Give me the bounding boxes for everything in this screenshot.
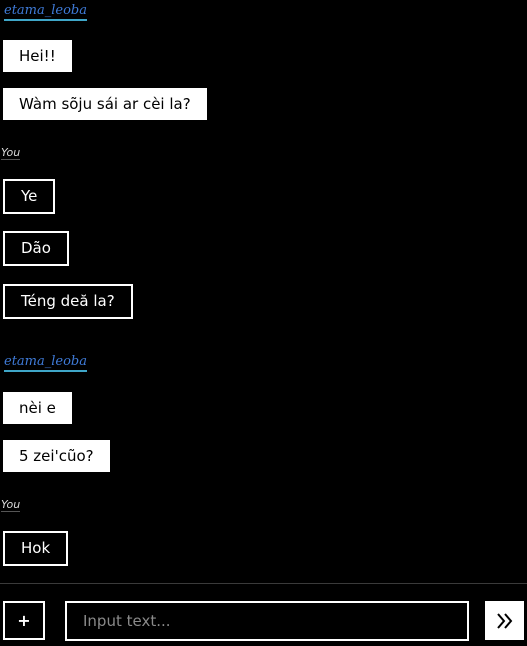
outgoing-message: Dão: [3, 231, 69, 266]
outgoing-message: Hok: [3, 531, 69, 566]
outgoing-message: Téng deă la?: [3, 284, 133, 319]
incoming-message: Hei!!: [3, 40, 72, 72]
outgoing-message: Ye: [3, 179, 56, 214]
message-input[interactable]: [65, 601, 469, 641]
add-attachment-button[interactable]: +: [3, 601, 45, 640]
message-composer: +: [0, 584, 527, 646]
sender-name: etama_leoba: [4, 3, 87, 21]
sender-name: etama_leoba: [4, 354, 87, 372]
chat-log: etama_leoba Hei!! Wàm sõju sái ar cèi la…: [0, 0, 527, 584]
double-chevron-right-icon: [496, 612, 512, 629]
incoming-message: nèi e: [3, 392, 72, 424]
incoming-message: 5 zei'cũo?: [3, 440, 110, 472]
send-button[interactable]: [485, 601, 524, 640]
incoming-message: Wàm sõju sái ar cèi la?: [3, 88, 207, 120]
sender-name-you: You: [1, 498, 21, 512]
sender-name-you: You: [1, 146, 21, 160]
